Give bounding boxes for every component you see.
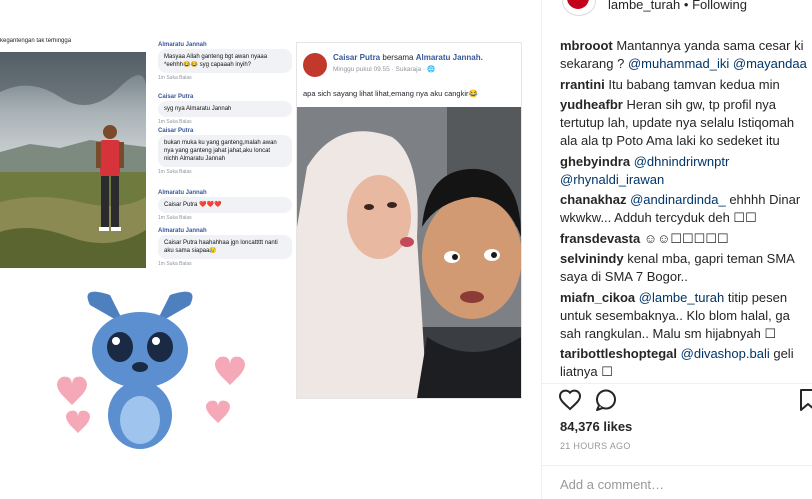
- fb-post-header: Caisar Putra bersama Almaratu Jannah. Mi…: [303, 51, 517, 81]
- comment-username[interactable]: selvinindy: [560, 251, 624, 266]
- comment-username[interactable]: rrantini: [560, 77, 605, 92]
- comment-item: selvinindy kenal mba, gapri teman SMA sa…: [560, 250, 812, 286]
- post-header: lambe_turah • Following: [542, 0, 812, 16]
- chat-actions: 1m Suka Balas: [158, 261, 192, 267]
- comment-item: yudheafbr Heran sih gw, tp profil nya te…: [560, 96, 812, 150]
- fb-post-author: Caisar Putra bersama Almaratu Jannah.: [333, 53, 483, 62]
- comment-text: Itu babang tamvan kedua min: [604, 76, 780, 92]
- chat-actions: 1m Suka Balas: [158, 75, 192, 81]
- lips-logo-icon: [567, 0, 589, 9]
- facebook-post-screenshot: Caisar Putra bersama Almaratu Jannah. Mi…: [296, 42, 522, 399]
- mention-link[interactable]: @muhammad_iki: [628, 56, 729, 71]
- chat-author: Caisar Putra: [158, 128, 194, 134]
- landscape-photo: [0, 52, 146, 268]
- header-username: lambe_turah • Following: [608, 0, 747, 12]
- instagram-comments-sidebar: lambe_turah • Following mbrooot Mantanny…: [541, 0, 812, 499]
- chat-bubble: bukan muka ku yang ganteng,malah awan ny…: [158, 135, 292, 167]
- separator-dot: •: [680, 0, 693, 12]
- chat-bubble: Caisar Putra haahahhaa jgn loncattttt na…: [158, 235, 292, 259]
- chat-message: Almaratu Jannah Caisar Putra haahahhaa j…: [158, 228, 292, 267]
- chat-message: Almaratu Jannah Masyaa Allah ganteng bgt…: [158, 42, 292, 81]
- fb-post-text: apa sich sayang lihat lihat,emang nya ak…: [303, 89, 478, 98]
- chat-screenshot: Almaratu Jannah Masyaa Allah ganteng bgt…: [148, 38, 292, 270]
- post-image: kegantengan tak terhingga Almaratu Janna…: [0, 0, 540, 499]
- mention-link[interactable]: @andinardinda_: [630, 192, 726, 207]
- left-photo-caption: kegantengan tak terhingga: [0, 38, 72, 44]
- chat-bubble: Masyaa Allah ganteng bgt awan nyaaa *eeh…: [158, 49, 292, 73]
- chat-author: Almaratu Jannah: [158, 42, 207, 48]
- follow-status[interactable]: Following: [692, 0, 747, 12]
- comment-username[interactable]: taribottleshoptegal: [560, 346, 677, 361]
- likes-count[interactable]: 84,376 likes: [560, 419, 632, 434]
- divider: [542, 465, 812, 466]
- mention-link[interactable]: @divashop.bali: [681, 346, 770, 361]
- couple-selfie-photo: [297, 107, 521, 398]
- comment-item: rrantini Itu babang tamvan kedua min: [560, 76, 812, 94]
- comment-username[interactable]: miafn_cikoa: [560, 290, 635, 305]
- comment-item: taribottleshoptegal @divashop.bali geli …: [560, 345, 812, 381]
- chat-message: Caisar Putra syg nya Almaratu Jannah 1m …: [158, 94, 292, 125]
- username-link[interactable]: lambe_turah: [608, 0, 680, 12]
- stitch-sticker-illustration: [57, 291, 245, 449]
- chat-author: Almaratu Jannah: [158, 190, 207, 196]
- chat-author: Caisar Putra: [158, 94, 194, 100]
- chat-actions: 1m Suka Balas: [158, 215, 192, 221]
- avatar: [303, 53, 327, 77]
- comment-username[interactable]: fransdevasta: [560, 231, 640, 246]
- mention-link[interactable]: @rhynaldi_irawan: [560, 172, 664, 187]
- comment-text: ☺☺☐☐☐☐☐: [640, 230, 729, 246]
- fb-with-name: Almaratu Jannah.: [415, 53, 483, 62]
- avatar[interactable]: [562, 0, 596, 16]
- heart-icon[interactable]: [558, 388, 582, 412]
- fb-post-meta: Minggu pukul 09.55 · Sukaraja · 🌐: [333, 66, 436, 73]
- comment-username[interactable]: yudheafbr: [560, 97, 623, 112]
- mention-link[interactable]: @dhnindrirwnptr: [634, 154, 730, 169]
- chat-bubble: Caisar Putra ❤️❤️❤️: [158, 197, 292, 213]
- divider: [542, 383, 812, 384]
- chat-actions: 1m Suka Balas: [158, 119, 192, 125]
- mention-link[interactable]: @lambe_turah: [639, 290, 724, 305]
- mention-link[interactable]: @mayandaa: [733, 56, 807, 71]
- bookmark-icon[interactable]: [796, 388, 812, 412]
- comment-username[interactable]: mbrooot: [560, 38, 613, 53]
- comment-item: ghebyindra @dhnindrirwnptr @rhynaldi_ira…: [560, 153, 812, 189]
- comment-item: chanakhaz @andinardinda_ ehhhh Dinar wkw…: [560, 191, 812, 227]
- chat-bubble: syg nya Almaratu Jannah: [158, 101, 292, 117]
- post-timestamp: 21 HOURS AGO: [560, 441, 631, 451]
- comment-username[interactable]: ghebyindra: [560, 154, 630, 169]
- fb-author-name: Caisar Putra: [333, 53, 381, 62]
- comment-username[interactable]: chanakhaz: [560, 192, 626, 207]
- comment-icon[interactable]: [594, 388, 618, 412]
- comment-item: fransdevasta ☺☺☐☐☐☐☐: [560, 230, 812, 248]
- chat-actions: 1m Suka Balas: [158, 169, 192, 175]
- comment-item: mbrooot Mantannya yanda sama cesar ki se…: [560, 37, 812, 73]
- left-photo-panel: kegantengan tak terhingga: [0, 38, 146, 268]
- post-actions: [558, 388, 812, 414]
- chat-author: Almaratu Jannah: [158, 228, 207, 234]
- add-comment-input[interactable]: Add a comment…: [560, 477, 664, 492]
- comments-list: mbrooot Mantannya yanda sama cesar ki se…: [560, 37, 812, 382]
- comment-item: miafn_cikoa @lambe_turah titip pesen unt…: [560, 289, 812, 343]
- chat-message: Almaratu Jannah Caisar Putra ❤️❤️❤️ 1m S…: [158, 190, 292, 221]
- chat-message: Caisar Putra bukan muka ku yang ganteng,…: [158, 128, 292, 175]
- fb-with-word: bersama: [382, 53, 414, 62]
